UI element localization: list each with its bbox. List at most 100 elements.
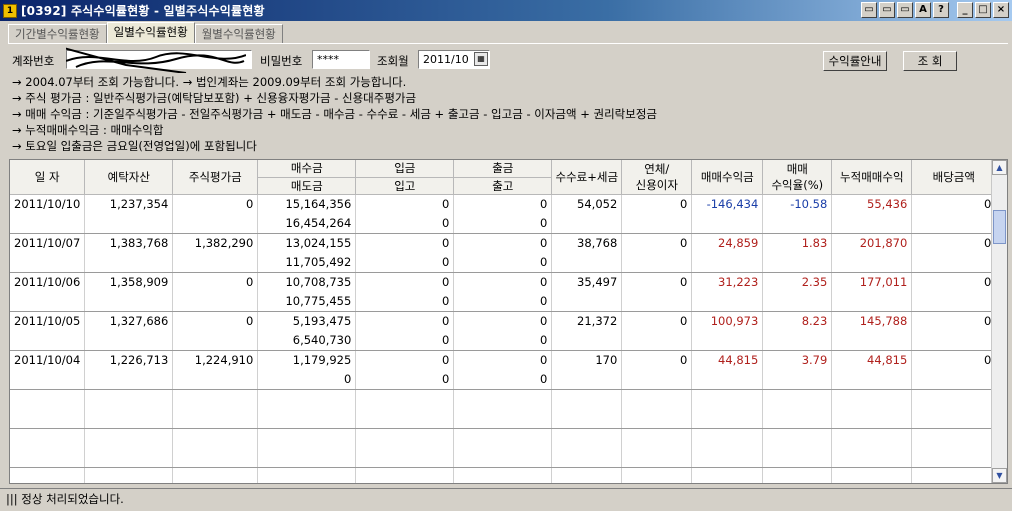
cell-empty (551, 291, 623, 312)
search-button[interactable]: 조 회 (903, 51, 957, 71)
data-grid[interactable]: 일 자 예탁자산 주식평가금 매수금 입금 출금 수수료+세금 연체/ 신용이자… (9, 159, 1008, 484)
cell-empty (172, 330, 259, 351)
cell-empty (911, 252, 997, 273)
cell-sell: 0 (257, 369, 357, 390)
empty-row (10, 447, 997, 468)
cell-empty (762, 369, 833, 390)
cell-profit: 44,815 (691, 350, 764, 370)
month-field[interactable]: 2011/10 ▦ (418, 50, 490, 69)
minimize-icon[interactable]: _ (957, 2, 973, 18)
font-icon[interactable]: A (915, 2, 931, 18)
cell-empty (762, 408, 833, 429)
table-row[interactable]: 2011/10/04 1,226,713 1,224,910 1,179,925 0 0 1… (10, 350, 997, 370)
tab-period[interactable]: 기간별수익률현황 (8, 24, 107, 44)
cell-fee: 38,768 (551, 233, 623, 253)
cell-empty (10, 447, 86, 468)
tab-daily[interactable]: 일별수익률현황 (106, 22, 195, 44)
table-row-second-line[interactable]: 000 (10, 369, 997, 390)
cell-profit: 31,223 (691, 272, 764, 292)
maximize-icon[interactable]: □ (975, 2, 991, 18)
cell-date: 2011/10/04 (10, 350, 86, 370)
cell-out-money: 0 (453, 233, 553, 253)
close-icon[interactable]: × (993, 2, 1009, 18)
cell-empty (10, 369, 86, 390)
cell-empty (172, 389, 259, 409)
cell-empty (257, 389, 357, 409)
cell-dividend: 0 (911, 311, 997, 331)
grid-table: 일 자 예탁자산 주식평가금 매수금 입금 출금 수수료+세금 연체/ 신용이자… (10, 160, 997, 483)
cell-in-money: 0 (355, 233, 455, 253)
cell-empty (762, 252, 833, 273)
cell-date: 2011/10/05 (10, 311, 86, 331)
table-row[interactable]: 2011/10/07 1,383,768 1,382,290 13,024,155 0 0… (10, 233, 997, 253)
table-row-second-line[interactable]: 10,775,455 0 0 (10, 291, 997, 312)
cell-empty (621, 330, 693, 351)
cell-empty (10, 389, 86, 409)
cell-empty (453, 389, 553, 409)
month-value: 2011/10 (423, 53, 469, 66)
cell-cumulative: 145,788 (831, 311, 913, 331)
cell-stock-eval: 0 (172, 194, 259, 214)
cell-rate: 2.35 (762, 272, 833, 292)
header-rate-line2: 수익율(%) (771, 177, 824, 192)
cell-empty (911, 213, 997, 234)
cell-empty (257, 408, 357, 429)
query-row: 계좌번호 비밀번호 **** 조회월 2011/10 ▦ 수익률안내 조 회 (8, 47, 1008, 73)
cell-out-money: 0 (453, 194, 553, 214)
cell-empty (10, 330, 86, 351)
help-icon[interactable]: ? (933, 2, 949, 18)
scroll-up-icon[interactable]: ▲ (992, 160, 1007, 175)
vertical-scrollbar[interactable]: ▲ ▼ (991, 160, 1007, 483)
header-date: 일 자 (10, 160, 86, 195)
window-link-icon[interactable]: ▭ (897, 2, 913, 18)
tab-monthly[interactable]: 월별수익률현황 (194, 24, 283, 44)
header-in-stock: 입고 (355, 177, 455, 195)
table-row[interactable]: 2011/10/05 1,327,686 0 5,193,475 0 0 21,372 0 10… (10, 311, 997, 331)
cell-empty (691, 369, 764, 390)
window-tile-icon[interactable]: ▭ (879, 2, 895, 18)
cell-empty (84, 291, 174, 312)
password-field[interactable]: **** (312, 50, 370, 69)
cell-empty (911, 467, 997, 483)
scroll-down-icon[interactable]: ▼ (992, 468, 1007, 483)
cell-profit: -146,434 (691, 194, 764, 214)
table-row-second-line[interactable]: 11,705,492 0 0 (10, 252, 997, 273)
cell-empty (172, 447, 259, 468)
empty-row (10, 467, 997, 483)
cell-in-money: 0 (355, 311, 455, 331)
yield-guide-button[interactable]: 수익률안내 (823, 51, 887, 71)
cell-empty (691, 213, 764, 234)
empty-row (10, 408, 997, 429)
header-out-money: 출금 (453, 160, 553, 178)
cell-empty (10, 428, 86, 448)
table-row-second-line[interactable]: 16,454,264 0 0 (10, 213, 997, 234)
table-row[interactable]: 2011/10/06 1,358,909 0 10,708,735 0 0 35,497 0 3… (10, 272, 997, 292)
cell-out-stock: 0 (453, 330, 553, 351)
cell-empty (691, 467, 764, 483)
scroll-thumb[interactable] (993, 210, 1006, 244)
cell-stock-eval: 0 (172, 272, 259, 292)
header-in-money: 입금 (355, 160, 455, 178)
cell-empty (84, 428, 174, 448)
password-label: 비밀번호 (260, 54, 303, 68)
cell-empty (257, 428, 357, 448)
cell-deposit: 1,327,686 (84, 311, 174, 331)
note-line: → 매매 수익금 : 기준일주식평가금 - 전일주식평가금 + 매도금 - 매수… (12, 107, 657, 121)
table-row[interactable]: 2011/10/10 1,237,354 0 15,164,356 0 0 54,052 0-… (10, 194, 997, 214)
cell-date: 2011/10/07 (10, 233, 86, 253)
tab-bar: 기간별수익률현황 일별수익률현황 월별수익률현황 (8, 22, 283, 44)
table-row-second-line[interactable]: 6,540,730 0 0 (10, 330, 997, 351)
cell-empty (621, 369, 693, 390)
cell-empty (551, 447, 623, 468)
calendar-icon[interactable]: ▦ (474, 52, 488, 66)
cell-empty (551, 467, 623, 483)
cell-empty (172, 428, 259, 448)
cell-out-money: 0 (453, 311, 553, 331)
cell-profit: 100,973 (691, 311, 764, 331)
window-layout-icon[interactable]: ▭ (861, 2, 877, 18)
cell-empty (621, 213, 693, 234)
cell-empty (355, 447, 455, 468)
cell-empty (762, 467, 833, 483)
cell-empty (911, 291, 997, 312)
cell-empty (84, 213, 174, 234)
